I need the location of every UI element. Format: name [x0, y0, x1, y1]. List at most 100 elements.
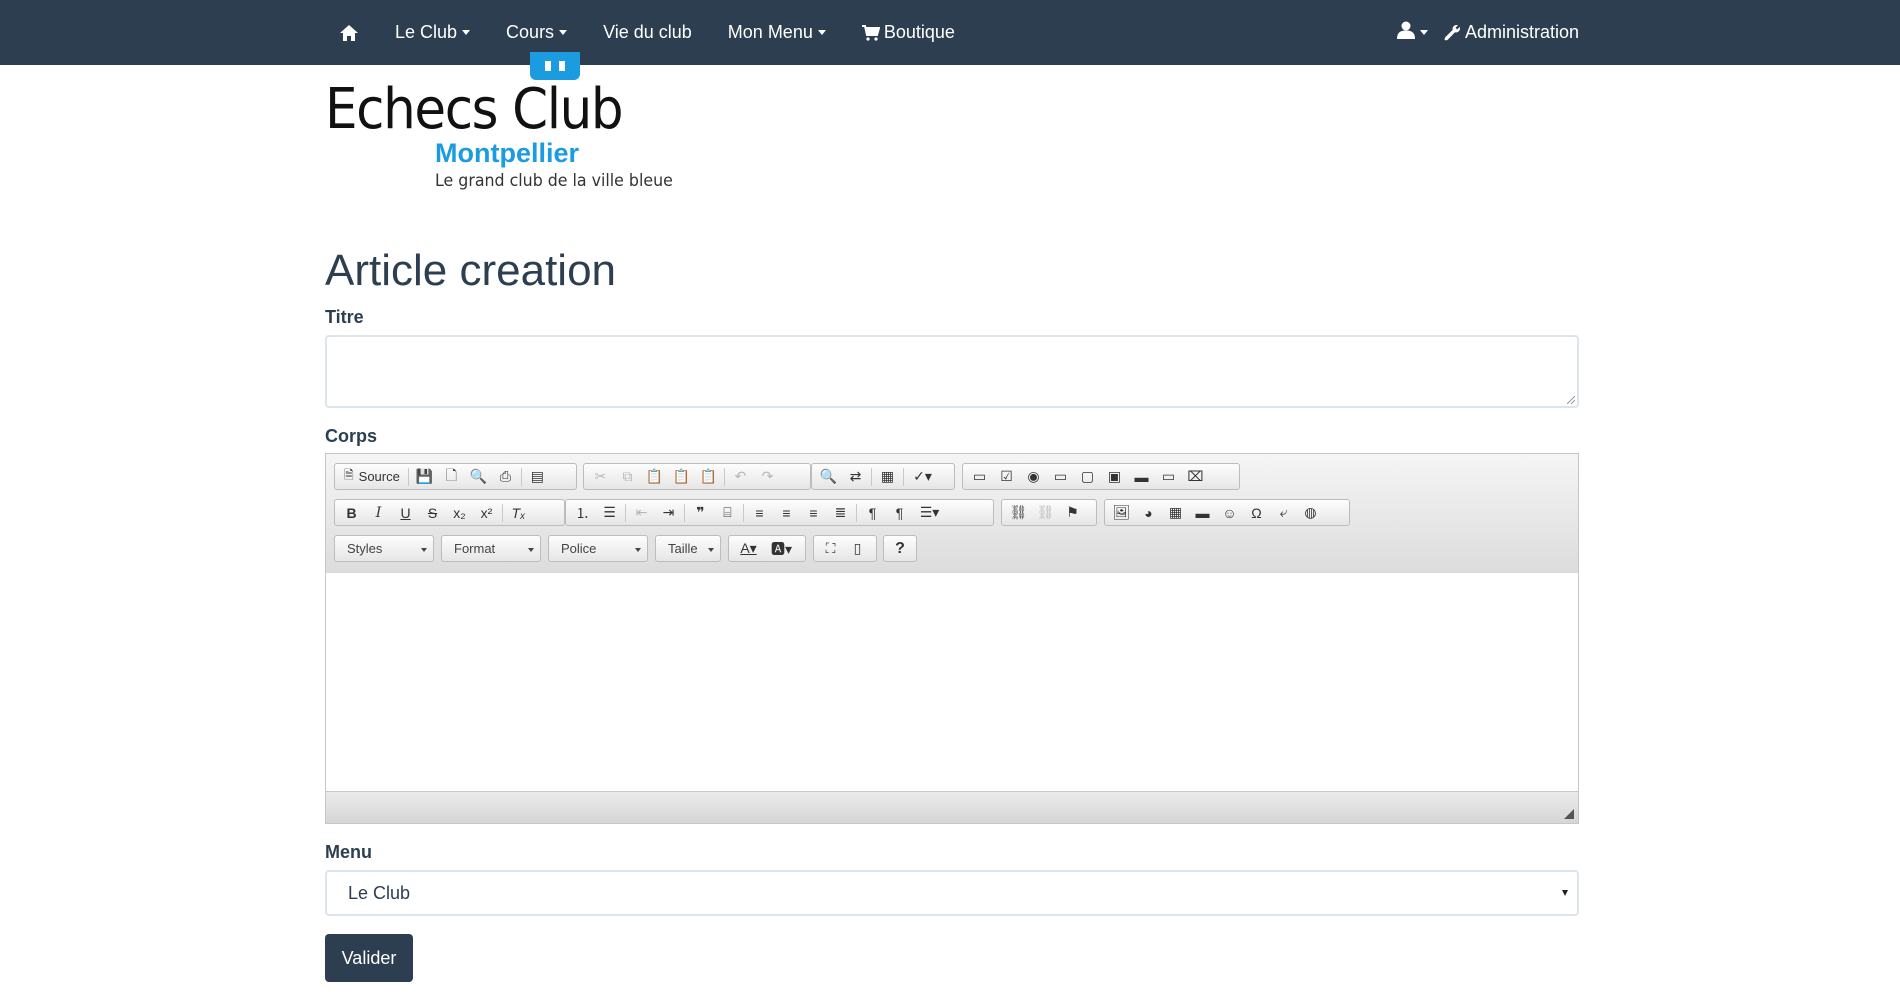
show-blocks-icon[interactable]: ▯ [844, 537, 871, 560]
rtl-icon[interactable]: ¶ [886, 501, 913, 524]
source-icon: 🗎 [344, 468, 354, 482]
titre-textarea[interactable] [325, 335, 1579, 408]
replace-icon[interactable]: ⇄ [842, 465, 869, 488]
user-icon [1396, 21, 1415, 44]
page-title: Article creation [325, 246, 617, 295]
spellcheck-icon[interactable]: ✓▾ [906, 465, 939, 488]
language-icon[interactable]: ☰▾ [913, 501, 946, 524]
nav-boutique-label: Boutique [883, 22, 955, 42]
iframe-globe-icon[interactable]: ◍ [1297, 501, 1324, 524]
link-icon[interactable]: ⛓ [1005, 501, 1032, 524]
align-right-icon[interactable]: ≡ [800, 501, 827, 524]
nav-boutique[interactable]: Boutique [844, 0, 973, 65]
textarea-icon[interactable]: ▢ [1074, 465, 1101, 488]
bulleted-list-icon[interactable]: ☰ [596, 501, 623, 524]
toolbar-separator [625, 503, 626, 522]
bg-color-icon[interactable]: 🅰▾ [765, 537, 798, 560]
button-field-icon[interactable]: ▬ [1128, 465, 1155, 488]
format-combo[interactable]: Format [441, 535, 541, 562]
paste-word-icon[interactable]: 📋 [695, 465, 722, 488]
toolbar-separator [684, 503, 685, 522]
toolbar-group-forms: ▭ ☑ ◉ ▭ ▢ ▣ ▬ ▭ ⌧ [962, 463, 1240, 490]
special-char-icon[interactable]: Ω [1243, 501, 1270, 524]
align-left-icon[interactable]: ≡ [746, 501, 773, 524]
caret-down-icon [1419, 30, 1428, 35]
font-combo[interactable]: Police [548, 535, 648, 562]
new-page-icon[interactable]: 🗋 [438, 465, 465, 488]
valider-button[interactable]: Valider [325, 934, 413, 982]
select-field-icon[interactable]: ▣ [1101, 465, 1128, 488]
image-icon[interactable]: 🖼 [1108, 501, 1135, 524]
editor-footer [326, 791, 1578, 823]
size-combo[interactable]: Taille [655, 535, 721, 562]
indent-icon[interactable]: ⇥ [655, 501, 682, 524]
nav-administration[interactable]: Administration [1438, 0, 1579, 65]
remove-format-icon[interactable]: Tₓ [505, 501, 532, 524]
caret-down-icon [817, 30, 826, 35]
maximize-icon[interactable]: ⛶ [817, 537, 844, 560]
undo-icon[interactable]: ↶ [727, 465, 754, 488]
resize-corner-icon[interactable] [1564, 809, 1574, 819]
editor-content-area[interactable] [326, 573, 1578, 791]
nav-administration-label: Administration [1464, 22, 1579, 42]
toolbar-separator [724, 467, 725, 486]
help-icon[interactable]: ? [887, 537, 913, 560]
page-break-icon[interactable]: ⤶ [1270, 501, 1297, 524]
nav-mon-menu[interactable]: Mon Menu [710, 0, 844, 65]
styles-combo[interactable]: Styles [334, 535, 434, 562]
redo-icon[interactable]: ↷ [754, 465, 781, 488]
copy-icon[interactable]: ⧉ [614, 465, 641, 488]
wrench-icon [1444, 24, 1461, 41]
smiley-icon[interactable]: ☺ [1216, 501, 1243, 524]
select-all-icon[interactable]: ▦ [874, 465, 901, 488]
bold-icon[interactable]: B [338, 501, 365, 524]
caret-down-icon [708, 548, 714, 552]
superscript-icon[interactable]: x² [473, 501, 500, 524]
menu-selected-value: Le Club [348, 882, 411, 903]
justify-icon[interactable]: ≣ [827, 501, 854, 524]
underline-icon[interactable]: U [392, 501, 419, 524]
preview-icon[interactable]: 🔍 [465, 465, 492, 488]
text-field-icon[interactable]: ▭ [1047, 465, 1074, 488]
editor-toolbar: 🗎 Source 💾 🗋 🔍 ⎙ ▤ ✂ ⧉ 📋 📋 📋 ↶ ↷ 🔍 ⇄ ▦ ✓… [326, 454, 1578, 574]
align-center-icon[interactable]: ≡ [773, 501, 800, 524]
templates-icon[interactable]: ▤ [524, 465, 551, 488]
italic-icon[interactable]: I [365, 501, 392, 524]
toolbar-group-clipboard: ✂ ⧉ 📋 📋 📋 ↶ ↷ [583, 463, 811, 490]
menu-select[interactable]: Le Club [325, 870, 1579, 916]
ltr-icon[interactable]: ¶ [859, 501, 886, 524]
source-button[interactable]: 🗎 Source [338, 466, 406, 487]
textarea-resize-handle[interactable] [1567, 396, 1575, 404]
flash-icon[interactable]: ◕ [1135, 501, 1162, 524]
blockquote-icon[interactable]: ❞ [687, 501, 714, 524]
caret-down-icon [528, 548, 534, 552]
toolbar-separator [743, 503, 744, 522]
print-icon[interactable]: ⎙ [492, 465, 519, 488]
find-icon[interactable]: 🔍 [815, 465, 842, 488]
hidden-field-icon[interactable]: ⌧ [1182, 465, 1209, 488]
checkbox-icon[interactable]: ☑ [993, 465, 1020, 488]
image-button-icon[interactable]: ▭ [1155, 465, 1182, 488]
unlink-icon[interactable]: ⛓ [1032, 501, 1059, 524]
form-icon[interactable]: ▭ [966, 465, 993, 488]
paste-text-icon[interactable]: 📋 [668, 465, 695, 488]
navbar-right: Administration [1383, 0, 1579, 65]
club-logo[interactable]: Echecs Club Montpellier Le grand club de… [325, 52, 673, 192]
anchor-flag-icon[interactable]: ⚑ [1059, 501, 1086, 524]
horizontal-line-icon[interactable]: ▬ [1189, 501, 1216, 524]
user-menu[interactable] [1383, 0, 1438, 65]
div-container-icon[interactable]: ⌸ [714, 501, 741, 524]
save-icon[interactable]: 💾 [411, 465, 438, 488]
numbered-list-icon[interactable]: ⒈ [569, 501, 596, 524]
paste-icon[interactable]: 📋 [641, 465, 668, 488]
strike-icon[interactable]: S [419, 501, 446, 524]
subscript-icon[interactable]: x₂ [446, 501, 473, 524]
cut-icon[interactable]: ✂ [587, 465, 614, 488]
table-icon[interactable]: ▦ [1162, 501, 1189, 524]
outdent-icon[interactable]: ⇤ [628, 501, 655, 524]
toolbar-separator [903, 467, 904, 486]
radio-icon[interactable]: ◉ [1020, 465, 1047, 488]
text-color-icon[interactable]: A▾ [732, 537, 765, 560]
toolbar-group-tools: ⛶ ▯ [813, 535, 877, 562]
logo-tab-shape [530, 52, 580, 80]
